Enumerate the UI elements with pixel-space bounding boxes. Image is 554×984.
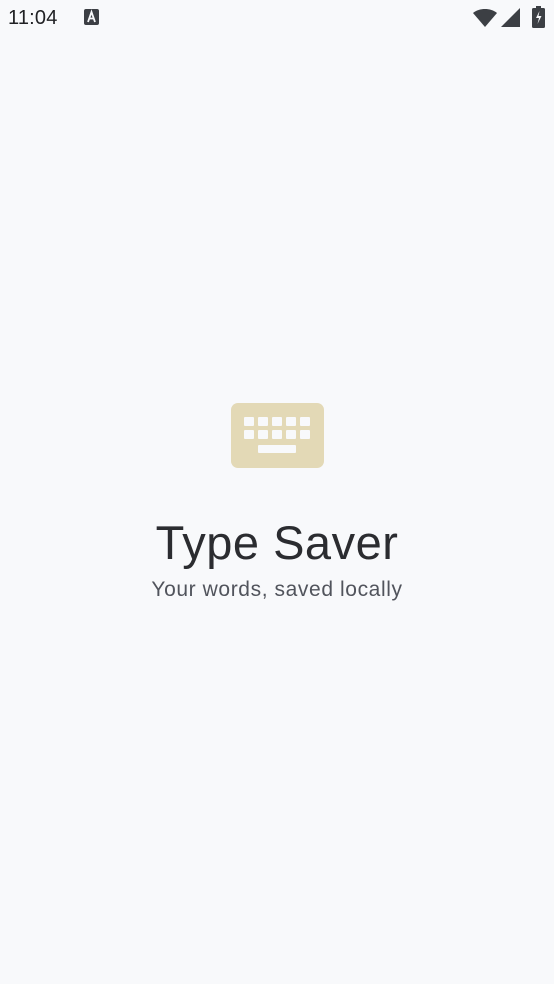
splash-content: Type Saver Your words, saved locally [0,0,554,984]
app-tagline: Your words, saved locally [151,578,403,601]
splash-screen: 11:04 Type Saver Your words, saved local… [0,0,554,984]
app-title: Type Saver [155,516,399,569]
keyboard-icon [231,403,324,468]
